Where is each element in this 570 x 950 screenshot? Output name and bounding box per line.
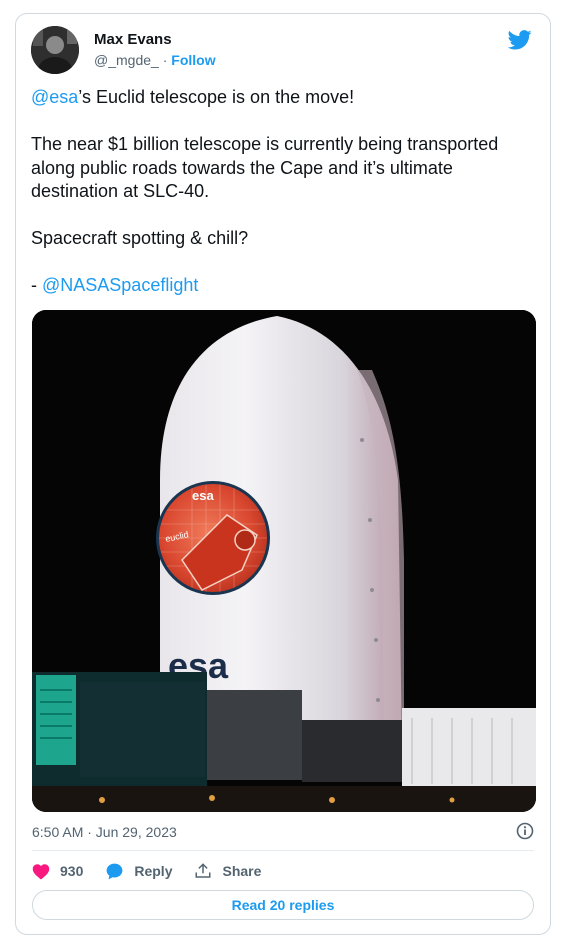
handle-row: @_mgde_ · Follow (94, 52, 216, 68)
handle-separator: · (158, 52, 172, 68)
twitter-bird-icon[interactable] (508, 30, 532, 50)
like-count: 930 (60, 863, 84, 879)
tweet-photo[interactable]: esa euclid esa (32, 310, 536, 812)
info-icon[interactable] (516, 822, 534, 840)
tweet-paragraph: The near $1 billion telescope is current… (31, 134, 499, 201)
heart-icon (32, 863, 50, 879)
reply-button[interactable]: Reply (105, 862, 172, 881)
tweet-paragraph: @esa’s Euclid telescope is on the move! (31, 86, 536, 110)
mention-nasaspaceflight[interactable]: @NASASpaceflight (42, 275, 198, 295)
tweet-paragraph: Spacecraft spotting & chill? (31, 228, 249, 248)
mention-esa[interactable]: @esa (31, 87, 78, 107)
reply-bubble-icon (106, 863, 123, 879)
tweet-paragraph: - @NASASpaceflight (31, 274, 536, 298)
divider (32, 850, 534, 851)
user-name[interactable]: Max Evans (94, 31, 172, 48)
user-handle[interactable]: @_mgde_ (94, 52, 159, 68)
avatar[interactable] (31, 26, 79, 74)
action-bar: 930 Reply Share (32, 859, 283, 883)
tweet-text-segment: - (31, 275, 42, 295)
share-label: Share (222, 863, 262, 879)
like-button[interactable]: 930 (32, 863, 83, 880)
tweet-card: Max Evans @_mgde_ · Follow @esa’s Euclid… (15, 13, 551, 935)
timestamp[interactable]: 6:50 AM · Jun 29, 2023 (32, 824, 177, 840)
reply-label: Reply (134, 863, 173, 879)
read-replies-button[interactable]: Read 20 replies (32, 890, 534, 920)
share-button[interactable]: Share (194, 862, 261, 880)
tweet-text: @esa’s Euclid telescope is on the move! … (31, 86, 536, 321)
follow-button[interactable]: Follow (171, 52, 215, 68)
tweet-text-segment: ’s Euclid telescope is on the move! (78, 87, 355, 107)
patch-esa-text: esa (192, 488, 214, 503)
share-icon (195, 863, 211, 878)
